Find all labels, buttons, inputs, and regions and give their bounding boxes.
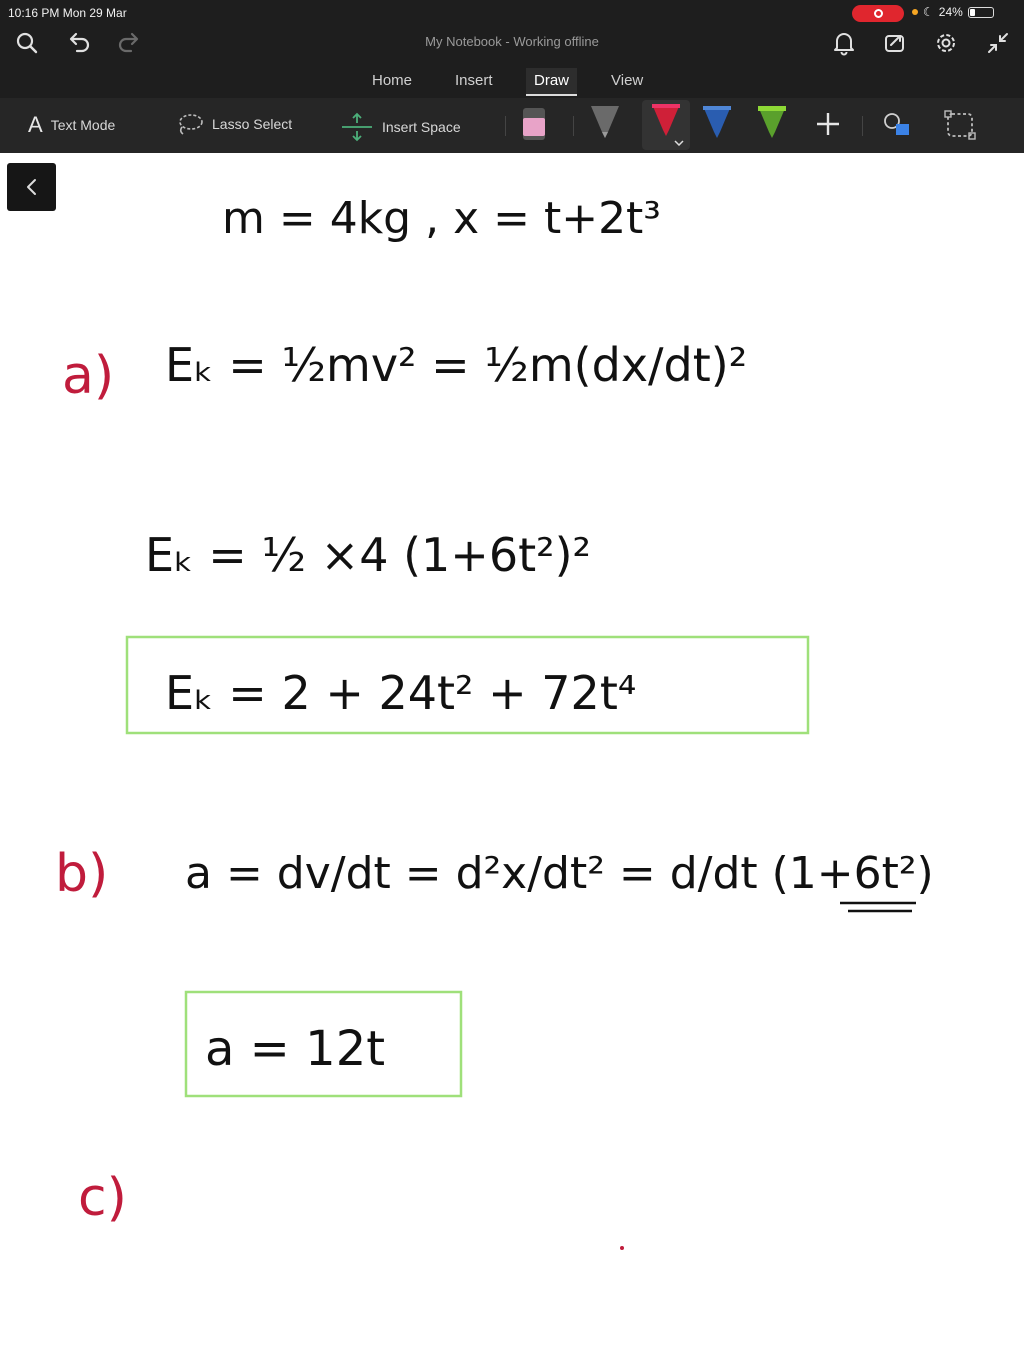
pen-icon (591, 106, 619, 138)
convert-shape-icon (944, 110, 976, 140)
pen-tool-green[interactable] (755, 102, 789, 151)
toolbar-divider (573, 116, 574, 136)
lasso-select-button[interactable]: Lasso Select (176, 112, 292, 136)
stray-ink-dot (620, 1246, 624, 1250)
record-icon (873, 9, 883, 18)
notifications-button[interactable] (829, 28, 859, 58)
settings-button[interactable] (931, 28, 961, 58)
pen-tool-gray[interactable] (589, 102, 621, 151)
text-mode-button[interactable]: A Text Mode (28, 112, 115, 138)
gear-icon (937, 34, 955, 52)
part-b-label: b) (55, 844, 108, 904)
shapes-button[interactable] (882, 110, 914, 145)
text-mode-icon: A (28, 112, 43, 137)
notebook-title: My Notebook - Working offline (425, 34, 599, 49)
chevron-down-icon (674, 140, 684, 146)
share-button[interactable] (880, 28, 910, 58)
lasso-shape-button[interactable] (942, 108, 978, 147)
pen-tool-red[interactable] (642, 100, 690, 150)
pen-icon (652, 104, 680, 136)
tab-home[interactable]: Home (372, 68, 412, 94)
pen-tool-blue[interactable] (700, 102, 734, 151)
highlighter-icon (758, 106, 786, 138)
plus-icon (817, 113, 839, 135)
lasso-select-label: Lasso Select (212, 116, 293, 132)
tab-insert[interactable]: Insert (455, 68, 493, 94)
part-a-label: a) (62, 346, 114, 406)
text-mode-label: Text Mode (50, 117, 116, 133)
ribbon-tabs: Home Insert Draw View (0, 64, 1024, 98)
draw-toolbar: A Text Mode Lasso Select Insert Space (0, 98, 1024, 153)
part-b-equation: a = dv/dt = d²x/dt² = d/dt (1+6t²) (185, 848, 934, 899)
tab-view[interactable]: View (611, 68, 643, 94)
handwriting-layer: m = 4kg , x = t+2t³ a) Eₖ = ½mv² = ½m(dx… (55, 193, 934, 1250)
toolbar-divider (505, 116, 506, 136)
screen-recording-indicator[interactable] (852, 5, 904, 22)
part-a-answer: Eₖ = 2 + 24t² + 72t⁴ (165, 666, 636, 720)
mic-indicator-icon (912, 9, 918, 15)
collapse-button[interactable] (983, 28, 1013, 58)
status-bar: 10:16 PM Mon 29 Mar ☾ 24% (0, 0, 1024, 26)
eraser-tool[interactable] (520, 102, 548, 151)
given-line: m = 4kg , x = t+2t³ (222, 193, 661, 244)
shapes-icon (884, 113, 909, 135)
note-canvas[interactable]: m = 4kg , x = t+2t³ a) Eₖ = ½mv² = ½m(dx… (0, 153, 1024, 1366)
title-bar: My Notebook - Working offline (0, 26, 1024, 62)
lasso-icon (179, 114, 203, 135)
battery-icon (967, 6, 994, 18)
battery-percent: 24% (938, 5, 963, 19)
part-c-label: c) (78, 1168, 127, 1228)
tab-draw[interactable]: Draw (526, 68, 578, 96)
part-a-substitution: Eₖ = ½ ×4 (1+6t²)² (145, 528, 591, 582)
pen-icon (703, 106, 731, 138)
eraser-icon (523, 108, 545, 140)
insert-space-icon (342, 112, 372, 142)
collapse-icon (988, 33, 1008, 53)
status-time: 10:16 PM Mon 29 Mar (8, 6, 127, 20)
add-pen-button[interactable] (814, 110, 842, 143)
part-b-answer: a = 12t (205, 1021, 385, 1077)
app-top-bar: 10:16 PM Mon 29 Mar ☾ 24% My Notebook - … (0, 0, 1024, 153)
status-right: ☾ 24% (912, 5, 994, 19)
insert-space-button[interactable]: Insert Space (340, 112, 461, 142)
toolbar-divider (862, 116, 863, 136)
part-a-equation: Eₖ = ½mv² = ½m(dx/dt)² (165, 338, 747, 392)
share-icon (885, 35, 904, 52)
bell-icon (834, 33, 854, 56)
insert-space-label: Insert Space (382, 119, 461, 135)
moon-icon: ☾ (923, 5, 934, 19)
